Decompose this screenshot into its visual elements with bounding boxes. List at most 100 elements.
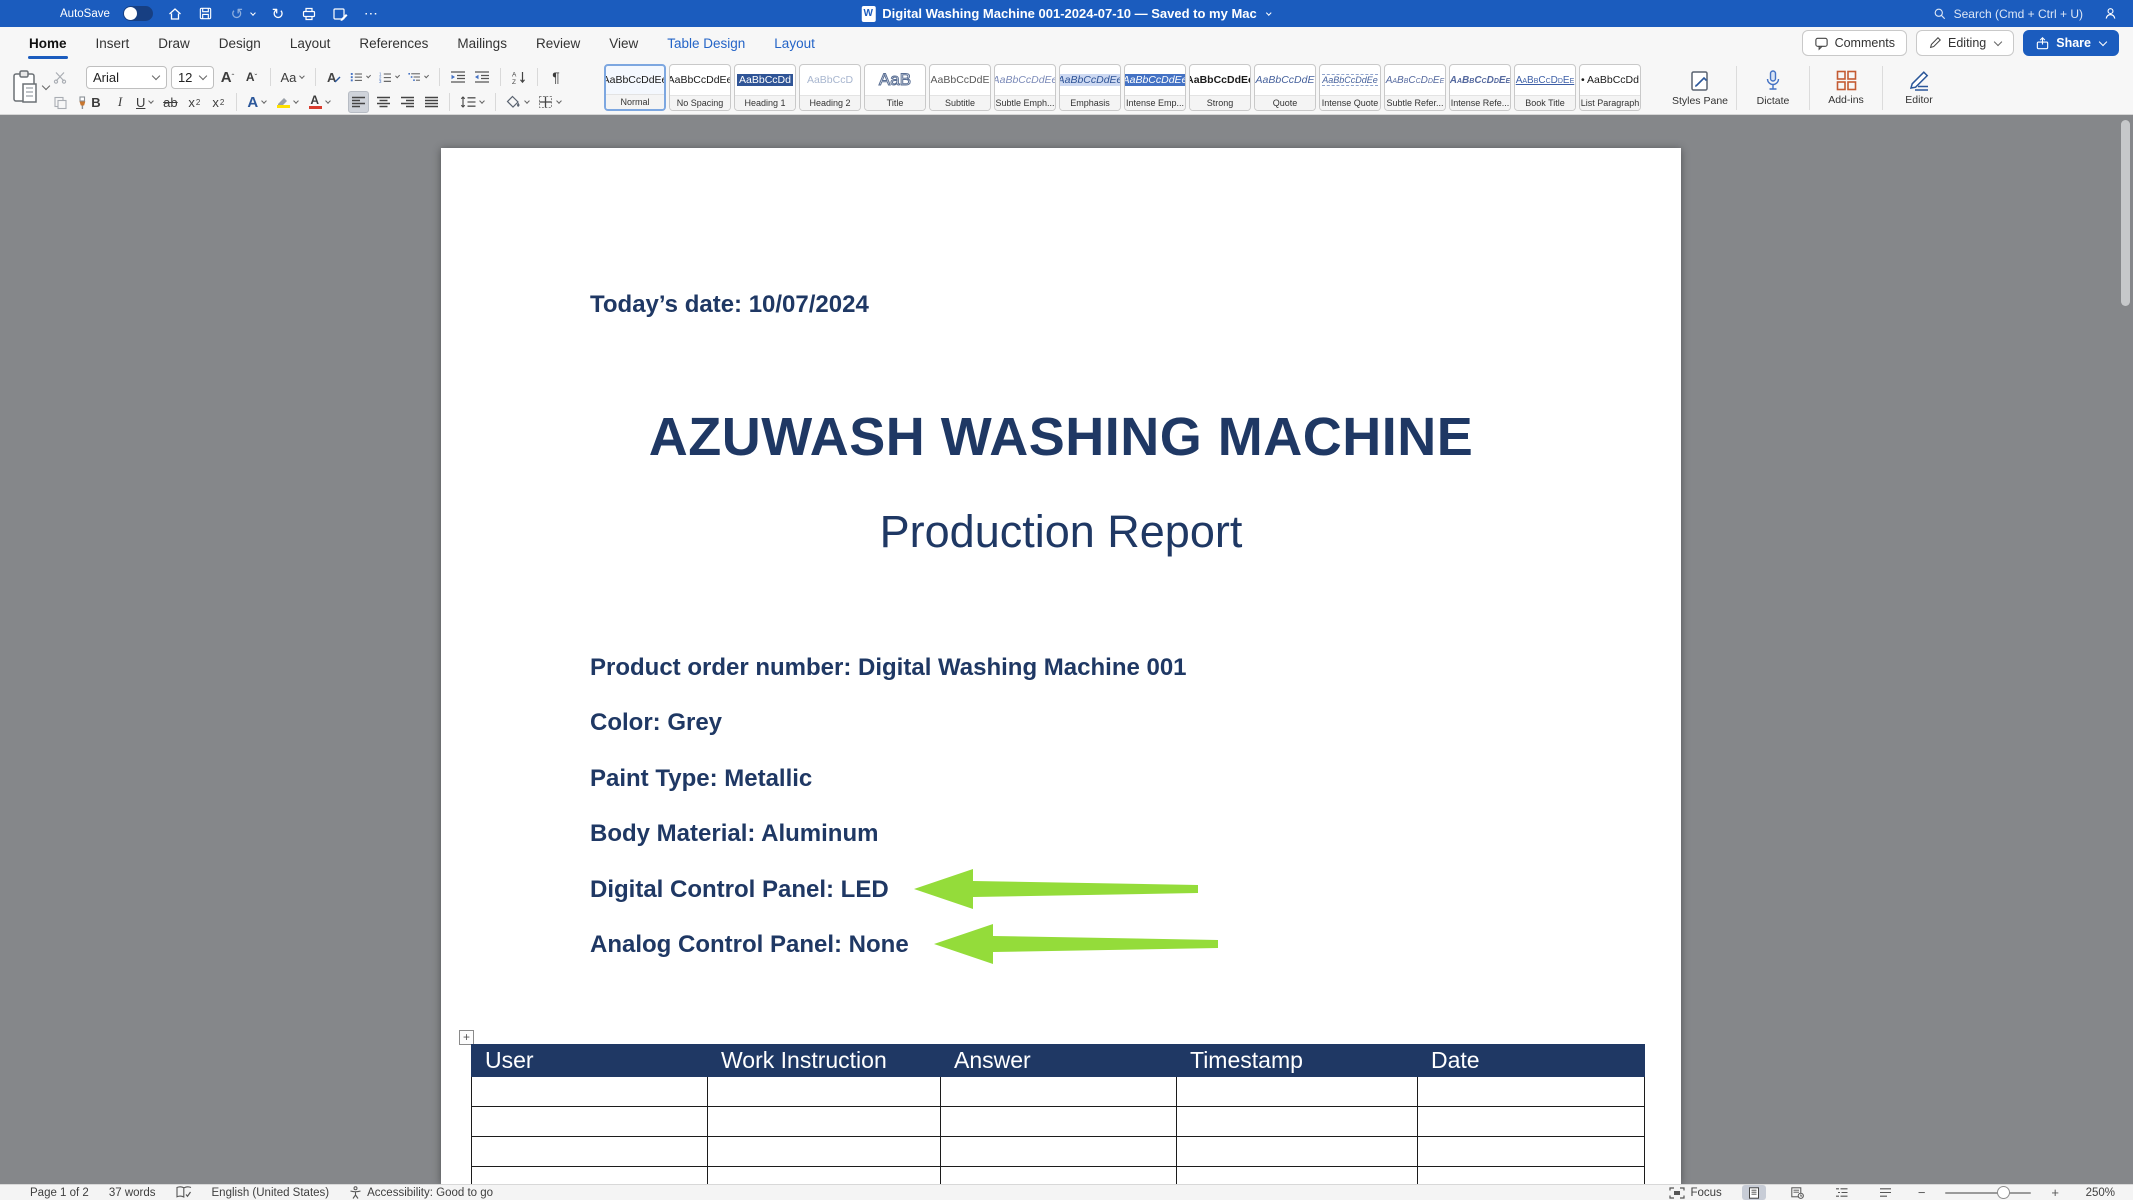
clear-formatting-button[interactable]: A xyxy=(324,66,344,88)
table-cell[interactable] xyxy=(1177,1167,1418,1185)
cut-button[interactable] xyxy=(50,66,70,88)
editing-mode-button[interactable]: Editing xyxy=(1916,30,2014,56)
font-color-button[interactable]: A xyxy=(305,91,333,113)
document-title-area[interactable]: W Digital Washing Machine 001-2024-07-10… xyxy=(861,0,1271,27)
draft-view-button[interactable] xyxy=(1874,1185,1898,1200)
add-ins-button[interactable]: Add-ins xyxy=(1810,62,1882,114)
grow-font-button[interactable]: Aˆ xyxy=(218,66,238,88)
style-title[interactable]: AaBTitle xyxy=(864,64,926,111)
autosave-toggle[interactable] xyxy=(123,6,153,21)
table-cell[interactable] xyxy=(708,1077,941,1107)
show-paragraph-marks-button[interactable]: ¶ xyxy=(546,66,566,88)
shrink-font-button[interactable]: Aˇ xyxy=(242,66,262,88)
text-effects-button[interactable]: A xyxy=(245,91,269,113)
multilevel-list-button[interactable] xyxy=(406,66,431,88)
tab-draw[interactable]: Draw xyxy=(157,27,191,60)
line-spacing-button[interactable] xyxy=(458,91,487,113)
page-indicator[interactable]: Page 1 of 2 xyxy=(30,1187,89,1199)
tab-view[interactable]: View xyxy=(608,27,639,60)
tab-review[interactable]: Review xyxy=(535,27,581,60)
borders-button[interactable] xyxy=(536,91,564,113)
style-intense-quote[interactable]: AaBbCcDdEeIntense Quote xyxy=(1319,64,1381,111)
tab-home[interactable]: Home xyxy=(28,27,68,60)
more-commands-icon[interactable]: ⋯ xyxy=(362,5,380,23)
language-indicator[interactable]: English (United States) xyxy=(212,1187,330,1199)
proofing-status-icon[interactable] xyxy=(176,1186,192,1199)
save-icon[interactable] xyxy=(197,5,215,23)
table-cell[interactable] xyxy=(1177,1107,1418,1137)
undo-menu-chevron-icon[interactable] xyxy=(250,10,256,16)
word-count[interactable]: 37 words xyxy=(109,1187,156,1199)
dictate-button[interactable]: Dictate xyxy=(1737,62,1809,114)
print-icon[interactable] xyxy=(300,5,318,23)
style-subtle-reference[interactable]: AaBbCcDdEeSubtle Refer... xyxy=(1384,64,1446,111)
tab-mailings[interactable]: Mailings xyxy=(456,27,508,60)
zoom-slider[interactable] xyxy=(1945,1192,2031,1194)
shading-button[interactable] xyxy=(504,91,532,113)
accessibility-status[interactable]: Accessibility: Good to go xyxy=(349,1186,493,1199)
styles-pane-button[interactable]: Styles Pane xyxy=(1664,62,1736,114)
table-cell[interactable] xyxy=(708,1107,941,1137)
redo-icon[interactable]: ↻ xyxy=(269,5,287,23)
share-button[interactable]: Share xyxy=(2023,30,2119,56)
vertical-scrollbar[interactable] xyxy=(2121,120,2130,306)
style-heading-2[interactable]: AaBbCcDHeading 2 xyxy=(799,64,861,111)
table-cell[interactable] xyxy=(472,1107,708,1137)
print-layout-view-button[interactable] xyxy=(1742,1185,1766,1200)
numbering-button[interactable]: 123 xyxy=(377,66,402,88)
document-page[interactable]: Today’s date: 10/07/2024 AZUWASH WASHING… xyxy=(441,148,1681,1184)
highlight-color-button[interactable] xyxy=(273,91,301,113)
table-cell[interactable] xyxy=(472,1167,708,1185)
title-menu-chevron-icon[interactable] xyxy=(1266,10,1272,16)
italic-button[interactable]: I xyxy=(110,91,130,113)
table-cell[interactable] xyxy=(1177,1077,1418,1107)
tab-table-design[interactable]: Table Design xyxy=(666,27,746,60)
font-size-select[interactable]: 12 xyxy=(171,66,214,89)
change-case-button[interactable]: Aa xyxy=(278,66,307,88)
table-cell[interactable] xyxy=(1418,1167,1645,1185)
green-arrow-led[interactable] xyxy=(913,867,1200,911)
report-table[interactable]: User Work Instruction Answer Timestamp D… xyxy=(471,1044,1645,1184)
sort-button[interactable]: AZ xyxy=(509,66,529,88)
editor-button[interactable]: Editor xyxy=(1883,62,1955,114)
style-book-title[interactable]: AaBbCcDdEeBook Title xyxy=(1514,64,1576,111)
table-cell[interactable] xyxy=(708,1137,941,1167)
style-intense-emphasis[interactable]: AaBbCcDdEeIntense Emp... xyxy=(1124,64,1186,111)
table-cell[interactable] xyxy=(941,1107,1177,1137)
doc-line[interactable]: Product order number: Digital Washing Ma… xyxy=(590,640,1187,695)
style-strong[interactable]: AaBbCcDdEeStrong xyxy=(1189,64,1251,111)
web-layout-view-button[interactable] xyxy=(1786,1185,1810,1200)
focus-mode-button[interactable]: Focus xyxy=(1669,1187,1721,1199)
decrease-indent-button[interactable] xyxy=(448,66,468,88)
col-header-answer[interactable]: Answer xyxy=(941,1045,1177,1077)
doc-line[interactable]: Color: Grey xyxy=(590,695,1187,750)
align-left-button[interactable] xyxy=(348,91,369,113)
font-name-select[interactable]: Arial xyxy=(86,66,167,89)
paste-button[interactable] xyxy=(10,64,50,110)
tab-references[interactable]: References xyxy=(358,27,429,60)
table-cell[interactable] xyxy=(1418,1077,1645,1107)
style-subtitle[interactable]: AaBbCcDdESubtitle xyxy=(929,64,991,111)
style-intense-reference[interactable]: AaBbCcDdEeIntense Refe... xyxy=(1449,64,1511,111)
bold-button[interactable]: B xyxy=(86,91,106,113)
style-quote[interactable]: AaBbCcDdEQuote xyxy=(1254,64,1316,111)
home-icon[interactable] xyxy=(166,5,184,23)
zoom-out-button[interactable]: − xyxy=(1918,1185,1926,1200)
table-move-handle[interactable]: + xyxy=(459,1030,474,1045)
document-canvas[interactable]: Today’s date: 10/07/2024 AZUWASH WASHING… xyxy=(0,115,2133,1184)
table-cell[interactable] xyxy=(708,1167,941,1185)
tab-insert[interactable]: Insert xyxy=(95,27,131,60)
tab-design[interactable]: Design xyxy=(218,27,262,60)
col-header-date[interactable]: Date xyxy=(1418,1045,1645,1077)
comments-button[interactable]: Comments xyxy=(1802,30,1907,56)
increase-indent-button[interactable] xyxy=(472,66,492,88)
search-input[interactable]: Search (Cmd + Ctrl + U) xyxy=(1933,7,2083,21)
align-center-button[interactable] xyxy=(373,91,393,113)
doc-line[interactable]: Body Material: Aluminum xyxy=(590,806,1187,861)
zoom-slider-knob[interactable] xyxy=(1997,1186,2010,1199)
tab-layout[interactable]: Layout xyxy=(289,27,332,60)
table-cell[interactable] xyxy=(1418,1137,1645,1167)
profile-icon[interactable] xyxy=(2101,5,2119,23)
doc-line[interactable]: Paint Type: Metallic xyxy=(590,751,1187,806)
style-list-paragraph[interactable]: • AaBbCcDdList Paragraph xyxy=(1579,64,1641,111)
